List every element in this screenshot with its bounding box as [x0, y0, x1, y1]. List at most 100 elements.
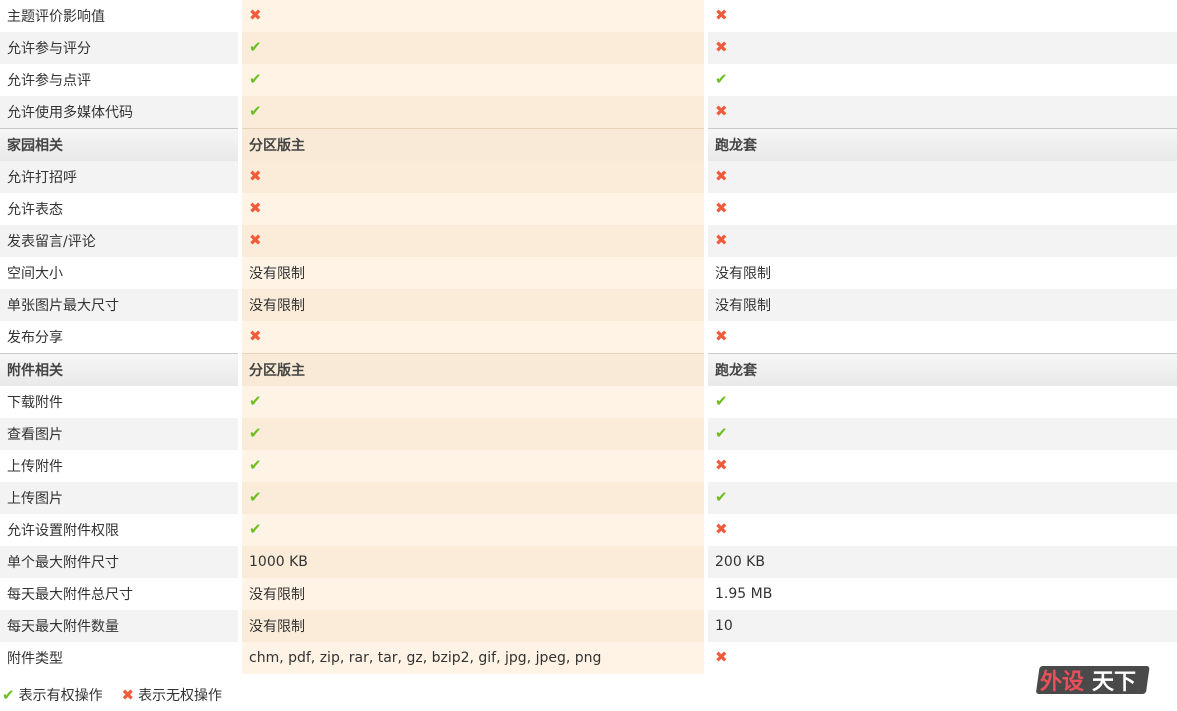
- table-row: 单张图片最大尺寸 没有限制 没有限制: [0, 289, 1177, 321]
- table-row: 允许设置附件权限 ✔ ✖: [0, 514, 1177, 546]
- table-row: 附件类型 chm, pdf, zip, rar, tar, gz, bzip2, …: [0, 642, 1177, 674]
- permission-label: 允许参与点评: [0, 64, 238, 96]
- group-value-member: 跑龙套: [708, 128, 1177, 161]
- group-value-member: ✔: [708, 386, 1177, 418]
- check-icon: ✔: [249, 520, 262, 538]
- cross-icon: ✖: [249, 6, 262, 24]
- group-value-moderator: ✔: [242, 418, 704, 450]
- group-value-moderator: 没有限制: [242, 610, 704, 642]
- check-icon: ✔: [715, 488, 728, 506]
- group-value-member: ✔: [708, 482, 1177, 514]
- section-header-row: 家园相关 分区版主 跑龙套: [0, 128, 1177, 161]
- group-value-member: 10: [708, 610, 1177, 642]
- permission-label: 上传图片: [0, 482, 238, 514]
- group-value-moderator: ✔: [242, 386, 704, 418]
- permission-label: 每天最大附件总尺寸: [0, 578, 238, 610]
- permission-label: 主题评价影响值: [0, 0, 238, 32]
- group-value-moderator: ✔: [242, 514, 704, 546]
- cross-icon: ✖: [715, 167, 728, 185]
- group-value-member: ✖: [708, 225, 1177, 257]
- permission-label: 允许打招呼: [0, 161, 238, 193]
- cross-icon: ✖: [121, 685, 135, 704]
- group-value-moderator: ✖: [242, 225, 704, 257]
- cross-icon: ✖: [715, 199, 728, 217]
- group-value-member: 200 KB: [708, 546, 1177, 578]
- check-icon: ✔: [249, 488, 262, 506]
- cross-icon: ✖: [715, 648, 728, 666]
- cross-icon: ✖: [715, 6, 728, 24]
- group-value-member: ✖: [708, 0, 1177, 32]
- table-row: 允许使用多媒体代码 ✔ ✖: [0, 96, 1177, 128]
- group-value-member: 没有限制: [708, 257, 1177, 289]
- group-value-member: 没有限制: [708, 289, 1177, 321]
- group-value-moderator: 1000 KB: [242, 546, 704, 578]
- group-value-moderator: 分区版主: [242, 128, 704, 161]
- group-value-member: ✖: [708, 193, 1177, 225]
- permission-label: 发布分享: [0, 321, 238, 353]
- cross-icon: ✖: [249, 199, 262, 217]
- group-value-moderator: ✖: [242, 193, 704, 225]
- group-value-moderator: ✔: [242, 64, 704, 96]
- group-value-moderator: chm, pdf, zip, rar, tar, gz, bzip2, gif,…: [242, 642, 704, 674]
- group-value-moderator: 分区版主: [242, 353, 704, 386]
- table-row: 上传附件 ✔ ✖: [0, 450, 1177, 482]
- table-row: 下载附件 ✔ ✔: [0, 386, 1177, 418]
- section-header-row: 附件相关 分区版主 跑龙套: [0, 353, 1177, 386]
- check-icon: ✔: [715, 424, 728, 442]
- group-value-moderator: ✖: [242, 321, 704, 353]
- permission-label: 单个最大附件尺寸: [0, 546, 238, 578]
- permission-label: 允许设置附件权限: [0, 514, 238, 546]
- permission-label: 单张图片最大尺寸: [0, 289, 238, 321]
- cross-icon: ✖: [715, 38, 728, 56]
- permission-label: 允许表态: [0, 193, 238, 225]
- group-value-member: 1.95 MB: [708, 578, 1177, 610]
- table-row: 查看图片 ✔ ✔: [0, 418, 1177, 450]
- table-row: 单个最大附件尺寸 1000 KB 200 KB: [0, 546, 1177, 578]
- cross-icon: ✖: [249, 231, 262, 249]
- permission-label: 空间大小: [0, 257, 238, 289]
- check-icon: ✔: [249, 392, 262, 410]
- cross-icon: ✖: [249, 327, 262, 345]
- permission-label: 上传附件: [0, 450, 238, 482]
- group-value-member: ✔: [708, 418, 1177, 450]
- cross-icon: ✖: [715, 327, 728, 345]
- table-row: 允许参与点评 ✔ ✔: [0, 64, 1177, 96]
- legend: ✔ 表示有权操作 ✖ 表示无权操作: [2, 685, 222, 705]
- check-icon: ✔: [715, 70, 728, 88]
- permission-label: 附件类型: [0, 642, 238, 674]
- group-value-moderator: ✖: [242, 0, 704, 32]
- section-title: 附件相关: [0, 353, 238, 386]
- group-value-member: ✔: [708, 64, 1177, 96]
- section-title: 家园相关: [0, 128, 238, 161]
- cross-icon: ✖: [249, 167, 262, 185]
- cross-icon: ✖: [715, 456, 728, 474]
- table-row: 上传图片 ✔ ✔: [0, 482, 1177, 514]
- permission-label: 查看图片: [0, 418, 238, 450]
- group-value-member: ✖: [708, 96, 1177, 128]
- group-value-moderator: ✖: [242, 161, 704, 193]
- group-value-moderator: ✔: [242, 450, 704, 482]
- permission-table: 主题评价影响值 ✖ ✖ 允许参与评分 ✔ ✖ 允许参与点评 ✔ ✔ 允许使用多媒体代码 ✔ ✖ 家园相关…: [0, 0, 1177, 674]
- group-value-member: ✖: [708, 161, 1177, 193]
- permission-label: 允许参与评分: [0, 32, 238, 64]
- group-value-moderator: ✔: [242, 32, 704, 64]
- cross-icon: ✖: [715, 520, 728, 538]
- permission-label: 每天最大附件数量: [0, 610, 238, 642]
- table-row: 允许打招呼 ✖ ✖: [0, 161, 1177, 193]
- check-icon: ✔: [249, 102, 262, 120]
- group-value-member: ✖: [708, 321, 1177, 353]
- group-value-moderator: ✔: [242, 482, 704, 514]
- legend-denied-label: 表示无权操作: [138, 688, 223, 704]
- table-row: 空间大小 没有限制 没有限制: [0, 257, 1177, 289]
- legend-allowed-label: 表示有权操作: [18, 688, 103, 704]
- check-icon: ✔: [2, 685, 15, 704]
- watermark-logo: 外设 天下: [1036, 666, 1150, 695]
- group-value-moderator: 没有限制: [242, 257, 704, 289]
- check-icon: ✔: [249, 424, 262, 442]
- watermark-text-red: 外设: [1040, 669, 1084, 695]
- table-row: 允许参与评分 ✔ ✖: [0, 32, 1177, 64]
- permission-label: 允许使用多媒体代码: [0, 96, 238, 128]
- permission-table-body: 主题评价影响值 ✖ ✖ 允许参与评分 ✔ ✖ 允许参与点评 ✔ ✔ 允许使用多媒体代码 ✔ ✖ 家园相关…: [0, 0, 1177, 674]
- cross-icon: ✖: [715, 231, 728, 249]
- table-row: 主题评价影响值 ✖ ✖: [0, 0, 1177, 32]
